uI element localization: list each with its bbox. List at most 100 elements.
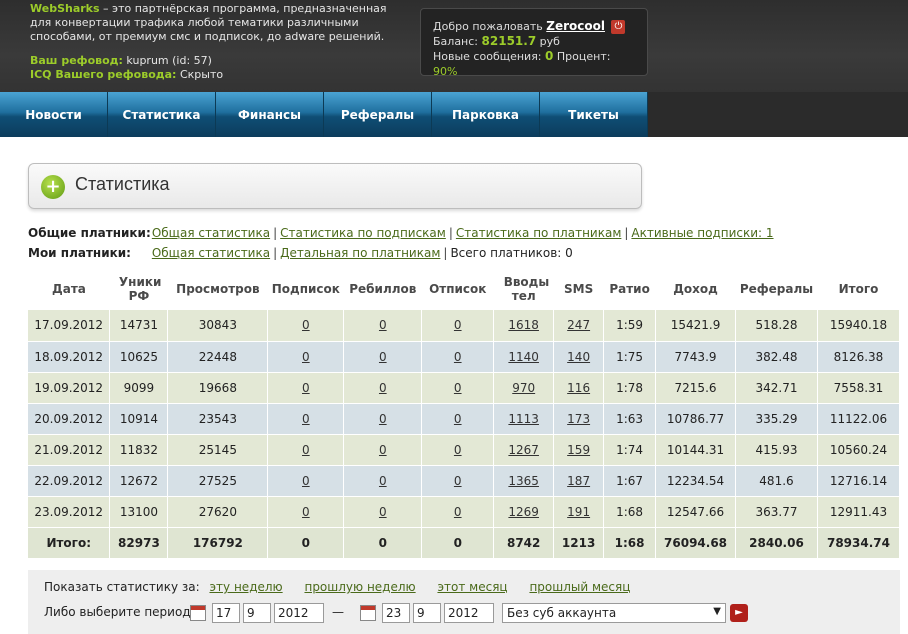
cell-phone-inputs-link[interactable]: 1365 (508, 474, 539, 488)
cell-views: 27620 (167, 496, 269, 528)
subaccount-select[interactable]: Без суб аккаунта ▼ (502, 603, 726, 623)
cell-sms-link[interactable]: 159 (567, 443, 590, 457)
nav-tickets[interactable]: Тикеты (540, 92, 648, 137)
nav-referrals[interactable]: Рефералы (324, 92, 432, 137)
cell-unsubscribes: 0 (421, 310, 495, 342)
col-header-subscriptions: Подписок (271, 282, 340, 296)
cell-sms: 116 (553, 372, 605, 404)
nav-statistics[interactable]: Статистика (108, 92, 216, 137)
cell-rebills-link[interactable]: 0 (379, 350, 387, 364)
cell-uniques: 12672 (109, 465, 169, 497)
cell-subscriptions: 0 (267, 310, 345, 342)
cell-total: 15940.18 (817, 310, 901, 342)
cell-uniques: 9099 (109, 372, 169, 404)
cell-referrals: 518.28 (735, 310, 818, 342)
cell-rebills-link[interactable]: 0 (379, 318, 387, 332)
table-row: 17.09.2012 14731 30843 0 0 0 1618 247 1:59 15421.… (28, 310, 901, 342)
cell-unsubscribes-link[interactable]: 0 (454, 443, 462, 457)
cell-rebills-link[interactable]: 0 (379, 443, 387, 457)
to-month-input[interactable] (413, 603, 441, 623)
cell-phone-inputs-link[interactable]: 1618 (508, 318, 539, 332)
welcome-text: Добро пожаловать (433, 20, 543, 33)
cell-phone-inputs-link[interactable]: 1113 (508, 412, 539, 426)
cell-subscriptions-link[interactable]: 0 (302, 412, 310, 426)
nav-parking[interactable]: Парковка (432, 92, 540, 137)
quick-period-row: Показать статистику за: эту неделю прошл… (44, 580, 642, 594)
cell-rebills: 0 (343, 372, 423, 404)
period-this-week-link[interactable]: эту неделю (209, 580, 282, 594)
cell-unsubscribes: 0 (421, 465, 495, 497)
col-header-unsubscribes: Отписок (429, 282, 487, 296)
cell-unsubscribes-link[interactable]: 0 (454, 505, 462, 519)
calendar-to-icon[interactable] (360, 605, 376, 621)
cell-sms-link[interactable]: 116 (567, 381, 590, 395)
col-header-total: Итого (838, 282, 879, 296)
cell-unsubscribes: 0 (421, 403, 495, 435)
cell-phone-inputs-link[interactable]: 1267 (508, 443, 539, 457)
cell-subscriptions-link[interactable]: 0 (302, 350, 310, 364)
cell-sms: 140 (553, 341, 605, 373)
period-last-month-link[interactable]: прошлый месяц (529, 580, 630, 594)
cell-sms-link[interactable]: 247 (567, 318, 590, 332)
my-overall-stats-link[interactable]: Общая статистика (152, 246, 270, 260)
apply-filter-button[interactable]: ► (730, 604, 748, 622)
cell-rebills-link[interactable]: 0 (379, 412, 387, 426)
col-header-views: Просмотров (176, 282, 260, 296)
to-day-input[interactable] (382, 603, 410, 623)
cell-phone-inputs-link[interactable]: 1140 (508, 350, 539, 364)
total-date: Итого: (28, 527, 111, 559)
from-year-input[interactable] (274, 603, 324, 623)
nav-news[interactable]: Новости (0, 92, 108, 137)
cell-unsubscribes-link[interactable]: 0 (454, 474, 462, 488)
period-last-week-link[interactable]: прошлую неделю (304, 580, 415, 594)
my-detailed-payers-link[interactable]: Детальная по платникам (280, 246, 440, 260)
nav-finance[interactable]: Финансы (216, 92, 324, 137)
cell-phone-inputs-link[interactable]: 970 (512, 381, 535, 395)
cell-sms-link[interactable]: 191 (567, 505, 590, 519)
site-header: WebSharks – это партнёрская программа, п… (0, 0, 908, 92)
balance-currency: руб (536, 35, 560, 48)
to-year-input[interactable] (444, 603, 494, 623)
cell-date: 23.09.2012 (28, 496, 111, 528)
cell-sms-link[interactable]: 173 (567, 412, 590, 426)
cell-subscriptions: 0 (267, 434, 345, 466)
cell-subscriptions-link[interactable]: 0 (302, 505, 310, 519)
cell-phone-inputs: 1140 (493, 341, 555, 373)
cell-rebills-link[interactable]: 0 (379, 505, 387, 519)
cell-unsubscribes-link[interactable]: 0 (454, 381, 462, 395)
cell-sms-link[interactable]: 187 (567, 474, 590, 488)
cell-subscriptions-link[interactable]: 0 (302, 318, 310, 332)
cell-sms: 247 (553, 310, 605, 342)
period-this-month-link[interactable]: этот месяц (437, 580, 507, 594)
cell-subscriptions-link[interactable]: 0 (302, 474, 310, 488)
from-day-input[interactable] (212, 603, 240, 623)
cell-total: 12911.43 (817, 496, 901, 528)
general-subscription-stats-link[interactable]: Статистика по подпискам (280, 226, 446, 240)
cell-uniques: 10914 (109, 403, 169, 435)
general-overall-stats-link[interactable]: Общая статистика (152, 226, 270, 240)
logout-icon[interactable]: ⏻ (611, 20, 626, 34)
cell-income: 12547.66 (655, 496, 736, 528)
cell-subscriptions-link[interactable]: 0 (302, 381, 310, 395)
page-title: Статистика (75, 174, 170, 194)
cell-unsubscribes-link[interactable]: 0 (454, 318, 462, 332)
general-payer-stats-link[interactable]: Статистика по платникам (456, 226, 621, 240)
active-subscriptions-link[interactable]: Активные подписки: 1 (631, 226, 773, 240)
range-dash: — (332, 605, 344, 619)
cell-sms-link[interactable]: 140 (567, 350, 590, 364)
username-link[interactable]: Zerocool (546, 19, 605, 33)
calendar-from-icon[interactable] (190, 605, 206, 621)
cell-unsubscribes-link[interactable]: 0 (454, 350, 462, 364)
cell-subscriptions-link[interactable]: 0 (302, 443, 310, 457)
cell-unsubscribes-link[interactable]: 0 (454, 412, 462, 426)
cell-total: 11122.06 (817, 403, 901, 435)
cell-sms: 191 (553, 496, 605, 528)
cell-referrals: 382.48 (735, 341, 818, 373)
cell-rebills-link[interactable]: 0 (379, 474, 387, 488)
cell-phone-inputs-link[interactable]: 1269 (508, 505, 539, 519)
percent-label: Процент: (553, 50, 611, 63)
from-month-input[interactable] (243, 603, 271, 623)
col-header-ratio: Ратио (609, 282, 650, 296)
cell-rebills-link[interactable]: 0 (379, 381, 387, 395)
cell-subscriptions: 0 (267, 403, 345, 435)
